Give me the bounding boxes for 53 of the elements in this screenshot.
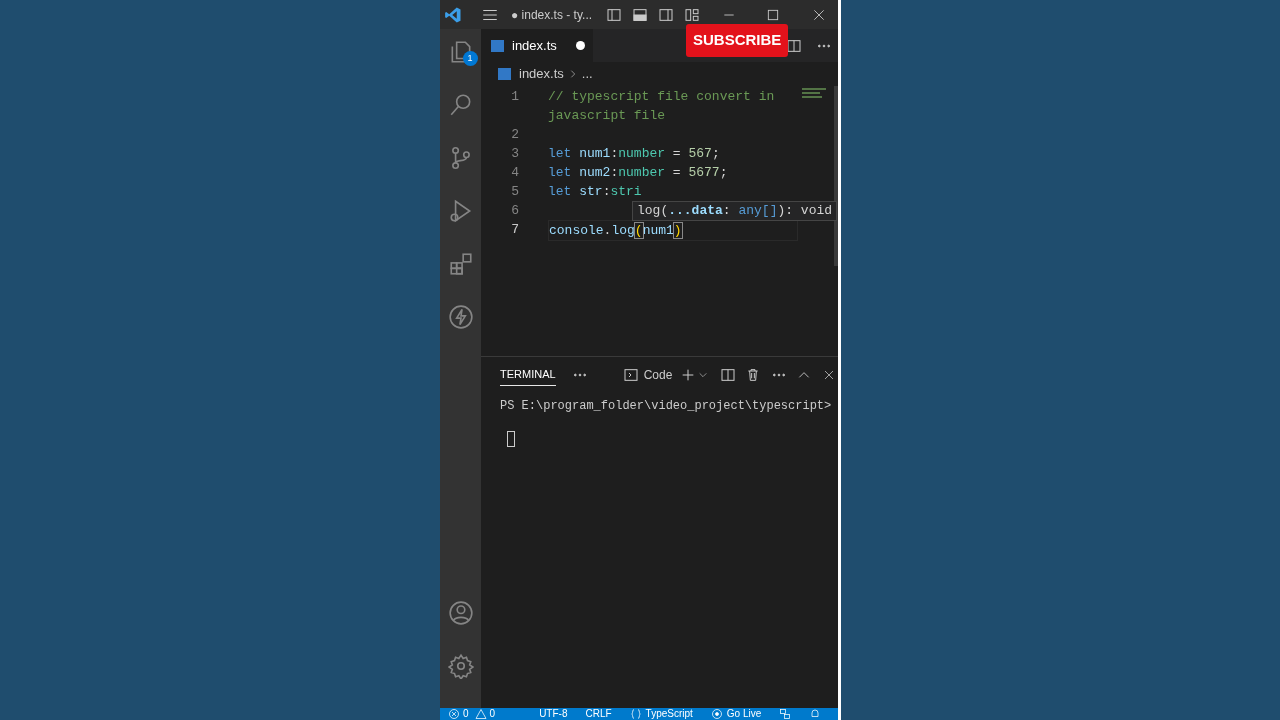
signature-hover: log(...data: any[]): void [632,201,838,221]
typescript-file-icon [491,39,504,52]
layout-grid-icon[interactable] [684,6,701,23]
extensions-icon[interactable] [447,251,474,277]
line-number: 6 [510,202,520,220]
line-number: 2 [510,126,520,144]
account-icon[interactable] [447,600,474,626]
line-number: 7 [510,221,520,239]
status-item[interactable]: UTF-8 [539,708,568,720]
line-number: 5 [510,183,520,201]
code-line: console.log(num1) [549,222,682,240]
sidebar-layout-icon[interactable] [606,6,623,23]
lightning-icon[interactable] [447,304,474,330]
line-number: 4 [510,164,520,182]
settings-icon[interactable] [447,653,474,679]
status-item[interactable]: Go Live [726,708,762,720]
breadcrumb-item[interactable]: index.ts [519,64,564,84]
window-title: ● index.ts - ty... [511,6,593,24]
subscribe-button[interactable]: SUBSCRIBE [686,24,789,57]
line-number: 1 [510,88,520,106]
broadcast-icon [710,708,723,720]
typescript-file-icon [498,68,511,80]
braces-icon [629,708,642,720]
warning-count[interactable]: 0 [489,708,496,720]
editor-tab[interactable]: index.ts [481,29,593,62]
vscode-logo-icon[interactable] [444,5,462,24]
bell-icon[interactable] [809,708,822,720]
terminal-prompt: PS E:\program_folder\video_project\typescript> [499,398,833,415]
panel-layout-icon[interactable] [632,6,649,23]
secondary-sidebar-icon[interactable] [658,6,675,23]
error-count[interactable]: 0 [463,708,469,720]
close-icon[interactable] [812,7,827,22]
code-line: // typescript file convert in javascript file [548,88,776,125]
notification-badge: 1 [462,51,478,66]
split-editor-icon[interactable] [786,37,802,54]
code-line: let num2:number = 5677; [548,164,728,182]
error-icon[interactable] [448,708,460,720]
split-icon[interactable] [720,367,737,383]
code-line: let num1:number = 567; [548,145,720,163]
terminal-name[interactable]: Code [643,366,673,384]
feedback-icon[interactable] [779,708,792,720]
chevron-down-icon[interactable] [698,370,709,380]
terminal-cursor [507,431,515,447]
status-item[interactable]: TypeScript [645,708,693,720]
terminal-icon[interactable] [622,367,639,383]
breadcrumb-item[interactable]: ... [581,64,593,84]
status-item[interactable]: CRLF [585,708,612,720]
line-number: 3 [510,145,520,163]
maximize-icon[interactable] [766,7,781,22]
code-line: let str:stri [548,183,642,201]
warning-icon[interactable] [474,708,487,720]
close-icon[interactable] [823,369,836,381]
panel-tab[interactable]: TERMINAL [500,364,556,386]
